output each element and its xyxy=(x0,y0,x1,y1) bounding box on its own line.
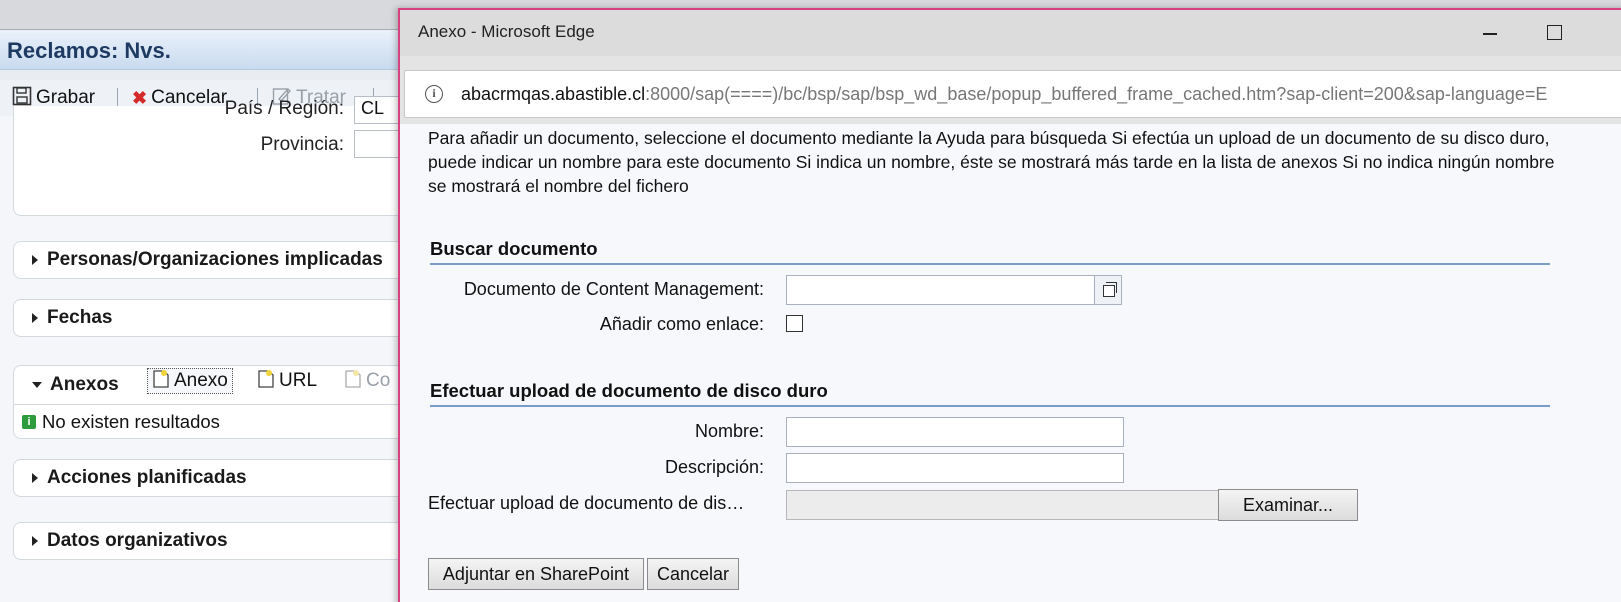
instructions-text: Para añadir un documento, seleccione el … xyxy=(428,128,1555,196)
expand-arrow-icon xyxy=(32,536,38,546)
section-acciones[interactable]: Acciones planificadas xyxy=(13,459,433,497)
add-content-label: Co xyxy=(366,370,391,391)
section-acciones-title: Acciones planificadas xyxy=(32,467,247,489)
anexo-popup-window: Anexo - Microsoft Edge i abacrmqas.abast… xyxy=(398,8,1621,602)
section-fechas-label: Fechas xyxy=(47,307,113,328)
section-datos-title: Datos organizativos xyxy=(32,530,228,552)
no-results-message: i No existen resultados xyxy=(22,411,220,433)
add-anexo-button[interactable]: Anexo xyxy=(147,368,233,394)
new-document-icon xyxy=(344,369,362,394)
maximize-icon[interactable] xyxy=(1544,22,1566,44)
new-document-icon xyxy=(257,369,275,394)
address-bar[interactable]: i abacrmqas.abastible.cl:8000/sap(====)/… xyxy=(404,70,1621,118)
nombre-input[interactable] xyxy=(786,417,1124,447)
url-host: abacrmqas.abastible.cl xyxy=(461,83,646,104)
section-anexos-title[interactable]: Anexos xyxy=(32,374,119,396)
section-personas[interactable]: Personas/Organizaciones implicadas xyxy=(13,241,433,279)
popup-window-title: Anexo - Microsoft Edge xyxy=(418,22,595,41)
section-personas-label: Personas/Organizaciones implicadas xyxy=(47,249,383,270)
add-url-label: URL xyxy=(279,370,318,391)
info-icon: i xyxy=(22,415,36,429)
divider xyxy=(14,404,432,405)
pais-label: País / Región: xyxy=(224,98,344,119)
file-path-field[interactable] xyxy=(786,490,1220,520)
documento-cm-label: Documento de Content Management: xyxy=(463,279,764,299)
minimize-icon[interactable] xyxy=(1480,22,1502,44)
section-anexos-label: Anexos xyxy=(50,374,119,395)
address-bar-area: i abacrmqas.abastible.cl:8000/sap(====)/… xyxy=(400,56,1621,124)
site-info-icon[interactable]: i xyxy=(425,85,443,103)
add-anexo-label: Anexo xyxy=(174,370,228,391)
expand-arrow-icon xyxy=(32,313,38,323)
section-personas-title: Personas/Organizaciones implicadas xyxy=(32,249,383,271)
no-results-label: No existen resultados xyxy=(42,411,220,432)
upload-section-heading: Efectuar upload de documento de disco du… xyxy=(430,380,1550,407)
buscar-section-heading: Buscar documento xyxy=(430,238,1550,265)
enlace-checkbox[interactable] xyxy=(786,315,803,332)
url-path: :8000/sap(====)/bc/bsp/sap/bsp_wd_base/p… xyxy=(645,83,1548,104)
browse-button[interactable]: Examinar... xyxy=(1218,489,1358,521)
section-datos-label: Datos organizativos xyxy=(47,530,228,551)
popup-title-bar: Anexo - Microsoft Edge xyxy=(400,10,1621,56)
add-content-button[interactable]: Co xyxy=(344,368,390,394)
section-fechas[interactable]: Fechas xyxy=(13,299,433,337)
page-title: Reclamos: Nvs. xyxy=(7,38,171,63)
address-panel: País / Región: CL Provincia: xyxy=(13,96,434,216)
descripcion-label: Descripción: xyxy=(664,457,764,477)
value-help-icon[interactable] xyxy=(1094,275,1122,305)
descripcion-input[interactable] xyxy=(786,453,1124,483)
nombre-label: Nombre: xyxy=(694,421,764,441)
add-url-button[interactable]: URL xyxy=(257,368,317,394)
documento-cm-input[interactable] xyxy=(786,275,1096,305)
file-upload-label: Efectuar upload de documento de dis… xyxy=(428,493,745,513)
section-datos[interactable]: Datos organizativos xyxy=(13,522,433,560)
popup-body: Para añadir un documento, seleccione el … xyxy=(400,124,1621,602)
url-text: abacrmqas.abastible.cl:8000/sap(====)/bc… xyxy=(461,84,1547,105)
collapse-arrow-icon xyxy=(32,382,42,388)
expand-arrow-icon xyxy=(32,255,38,265)
popup-cancel-button[interactable]: Cancelar xyxy=(647,558,739,590)
section-anexos: Anexos Anexo URL Co i No existen resulta… xyxy=(13,365,433,439)
enlace-label: Añadir como enlace: xyxy=(599,314,764,334)
new-document-icon xyxy=(152,369,170,394)
section-fechas-title: Fechas xyxy=(32,307,112,329)
adjuntar-sharepoint-button[interactable]: Adjuntar en SharePoint xyxy=(428,558,644,590)
provincia-label: Provincia: xyxy=(260,134,344,155)
expand-arrow-icon xyxy=(32,473,38,483)
section-acciones-label: Acciones planificadas xyxy=(47,467,247,488)
